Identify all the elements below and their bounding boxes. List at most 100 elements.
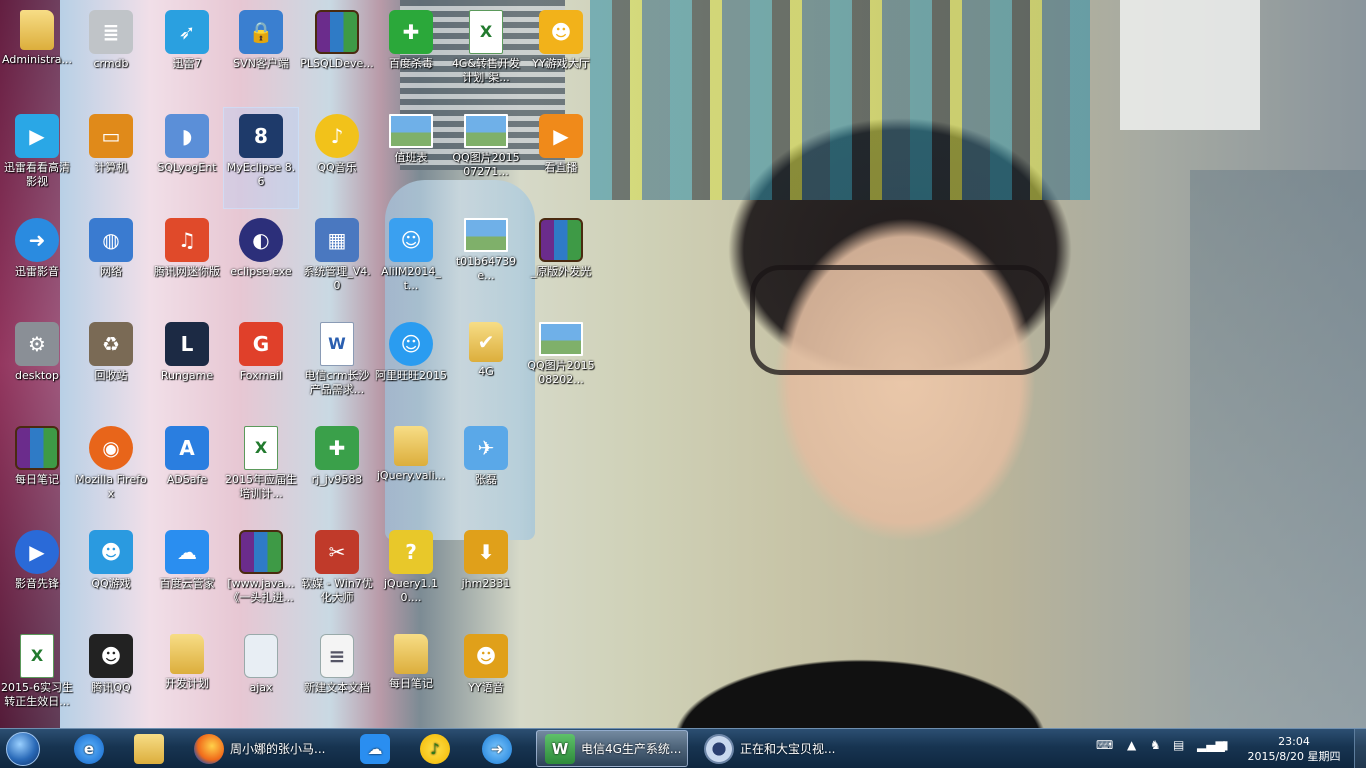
desktop-icon[interactable]: QQ图片201507271...	[449, 108, 523, 208]
aliwangwang-installer-icon: ☺	[389, 218, 433, 262]
desktop-icon[interactable]: ☺ AliIM2014_t...	[374, 212, 448, 312]
desktop-icon-label: 腾讯QQ	[91, 681, 131, 694]
desktop-icon[interactable]: _原版外发光	[524, 212, 598, 312]
system-manage-icon: ▦	[315, 218, 359, 262]
desktop-icon[interactable]: ☁ 百度云管家	[150, 524, 224, 624]
explorer-taskbar-button[interactable]	[126, 730, 174, 767]
desktop-icon[interactable]: ✂ 软媒 - Win7优化大师	[300, 524, 374, 624]
desktop-icon-label: 阿里旺旺2015	[375, 369, 447, 382]
clock-date: 2015/8/20 星期四	[1247, 750, 1341, 763]
desktop-icon[interactable]: ▶ 影音先锋	[0, 524, 74, 624]
show-desktop-button[interactable]	[1354, 729, 1366, 768]
xunlei-player-task-button[interactable]: ➜	[474, 730, 522, 767]
show-hidden-icons-chevron-icon[interactable]: ▲	[1127, 738, 1136, 752]
desktop-icon[interactable]: ◐ eclipse.exe	[224, 212, 298, 312]
excel-file-icon: X	[469, 10, 503, 54]
desktop-icon[interactable]: ☻ QQ游戏	[74, 524, 148, 624]
desktop-icon[interactable]: ajax	[224, 628, 298, 728]
desktop-icon[interactable]: ▶ 看直播	[524, 108, 598, 208]
desktop-icon[interactable]: ☻ 腾讯QQ	[74, 628, 148, 728]
desktop-icon[interactable]: ➶ 迅雷7	[150, 4, 224, 104]
clock[interactable]: 23:04 2015/8/20 星期四	[1244, 734, 1344, 764]
power-icon[interactable]: ▮	[1222, 738, 1229, 752]
desktop-icon[interactable]: X 4G&转售开发计划-渠...	[449, 4, 523, 104]
excel-file-icon: X	[244, 426, 278, 470]
myeclipse-task-button[interactable]: W 电信4G生产系统...	[536, 730, 688, 767]
desktop-icon[interactable]: ◗ SQLyogEnt	[150, 108, 224, 208]
baidu-cloud-task-button[interactable]: ☁	[352, 730, 400, 767]
desktop-icon[interactable]: ⬇ jhm2331	[449, 524, 523, 624]
desktop-icon[interactable]: ▦ 系统管理_V4.0	[300, 212, 374, 312]
desktop-icon[interactable]: ✚ rj_jv9583	[300, 420, 374, 520]
desktop-icon[interactable]: ▭ 计算机	[74, 108, 148, 208]
desktop-icon[interactable]: ✈ 张磊	[449, 420, 523, 520]
desktop-icon[interactable]: 开发计划	[150, 628, 224, 728]
webcam-task-button[interactable]: 正在和大宝贝视...	[696, 730, 856, 767]
desktop-icon[interactable]: ➜ 迅雷影音	[0, 212, 74, 312]
xunlei-player-icon: ➜	[482, 733, 512, 764]
desktop-icon-label: [www.java...《一头扎进...	[227, 577, 295, 604]
desktop-icon[interactable]: ≣ crmdb	[74, 4, 148, 104]
desktop-icon[interactable]: 8 MyEclipse 8.6	[223, 107, 299, 209]
desktop-icon[interactable]: ◉ Mozilla Firefox	[74, 420, 148, 520]
desktop-icon[interactable]: X 2015-6实习生转正生效日...	[0, 628, 74, 728]
adsafe-icon: A	[165, 426, 209, 470]
desktop-icon-label: SVN客户端	[233, 57, 289, 70]
webcam-task-label: 正在和大宝贝视...	[740, 742, 836, 756]
desktop-icon-label: 每日笔记	[15, 473, 59, 486]
thunder-bird-icon: ➶	[165, 10, 209, 54]
desktop-icon[interactable]: ? jQuery1.10....	[374, 524, 448, 624]
desktop-icon[interactable]: ✚ 百度杀毒	[374, 4, 448, 104]
desktop-icon[interactable]: 每日笔记	[0, 420, 74, 520]
desktop-icon[interactable]: t01b64739e...	[449, 212, 523, 312]
desktop-icon[interactable]: G Foxmail	[224, 316, 298, 416]
desktop-icon[interactable]: W 电信crm长沙产品需求...	[300, 316, 374, 416]
desktop-icon[interactable]: 值班表	[374, 108, 448, 208]
network-icon: ◍	[89, 218, 133, 262]
desktop-icon[interactable]: X 2015年应届生培训计...	[224, 420, 298, 520]
desktop-icon[interactable]: ✔ 4G	[449, 316, 523, 416]
windows-start-icon[interactable]	[6, 732, 40, 766]
image-file-icon	[464, 114, 508, 148]
desktop-icon[interactable]: ◍ 网络	[74, 212, 148, 312]
action-center-icon[interactable]: ▤	[1173, 738, 1184, 752]
network-signal-icon[interactable]: ▂▄▆	[1197, 738, 1225, 752]
desktop-icon[interactable]: jQuery.vali...	[374, 420, 448, 520]
desktop-icon-label: 4G	[478, 365, 494, 378]
desktop-icon[interactable]: [www.java...《一头扎进...	[224, 524, 298, 624]
qq-music-icon: ♪	[420, 733, 450, 764]
desktop-icon[interactable]: ☺ 阿里旺旺2015	[374, 316, 448, 416]
desktop-icon-label: 网络	[100, 265, 122, 278]
help-file-icon: ?	[389, 530, 433, 574]
qq-music-task-button[interactable]: ♪	[412, 730, 460, 767]
recycle-bin-icon: ♻	[89, 322, 133, 366]
desktop-icon[interactable]: Administra...	[0, 4, 74, 104]
desktop-icon[interactable]: ▶ 迅雷看看高清影视	[0, 108, 74, 208]
desktop-icon-label: 腾讯网迷你版	[154, 265, 220, 278]
desktop-icon[interactable]: PLSQLDeve...	[300, 4, 374, 104]
desktop-icon[interactable]: ♫ 腾讯网迷你版	[150, 212, 224, 312]
desktop-icon[interactable]: ♻ 回收站	[74, 316, 148, 416]
desktop-icon[interactable]: ♪ QQ音乐	[300, 108, 374, 208]
desktop-icon-label: 新建文本文档	[304, 681, 370, 694]
desktop-icon[interactable]: ☻ YY游戏大厅	[524, 4, 598, 104]
desktop-icon[interactable]: ☻ YY语音	[449, 628, 523, 728]
desktop-icon[interactable]: QQ图片201508202...	[524, 316, 598, 416]
desktop-icon[interactable]: ⚙ desktop	[0, 316, 74, 416]
ie-taskbar-button[interactable]: e	[66, 730, 114, 767]
user-tray-icon[interactable]: ♞	[1150, 738, 1161, 752]
firefox-task-button[interactable]: 周小娜的张小马...	[186, 730, 346, 767]
computer-icon: ▭	[89, 114, 133, 158]
desktop-icon[interactable]: A ADSafe	[150, 420, 224, 520]
clock-time: 23:04	[1278, 735, 1310, 748]
desktop-icon-label: ajax	[249, 681, 273, 694]
desktop-icon[interactable]: ≡ 新建文本文档	[300, 628, 374, 728]
win7-optimizer-icon: ✂	[315, 530, 359, 574]
keyboard-icon[interactable]: ⌨	[1096, 738, 1113, 752]
desktop-icon[interactable]: 🔒 SVN客户端	[224, 4, 298, 104]
desktop-icon[interactable]: L Rungame	[150, 316, 224, 416]
firefox-icon	[194, 733, 224, 764]
database-icon: ≣	[89, 10, 133, 54]
desktop-icon-label: AliIM2014_t...	[381, 265, 441, 292]
desktop-icon[interactable]: 每日笔记	[374, 628, 448, 728]
